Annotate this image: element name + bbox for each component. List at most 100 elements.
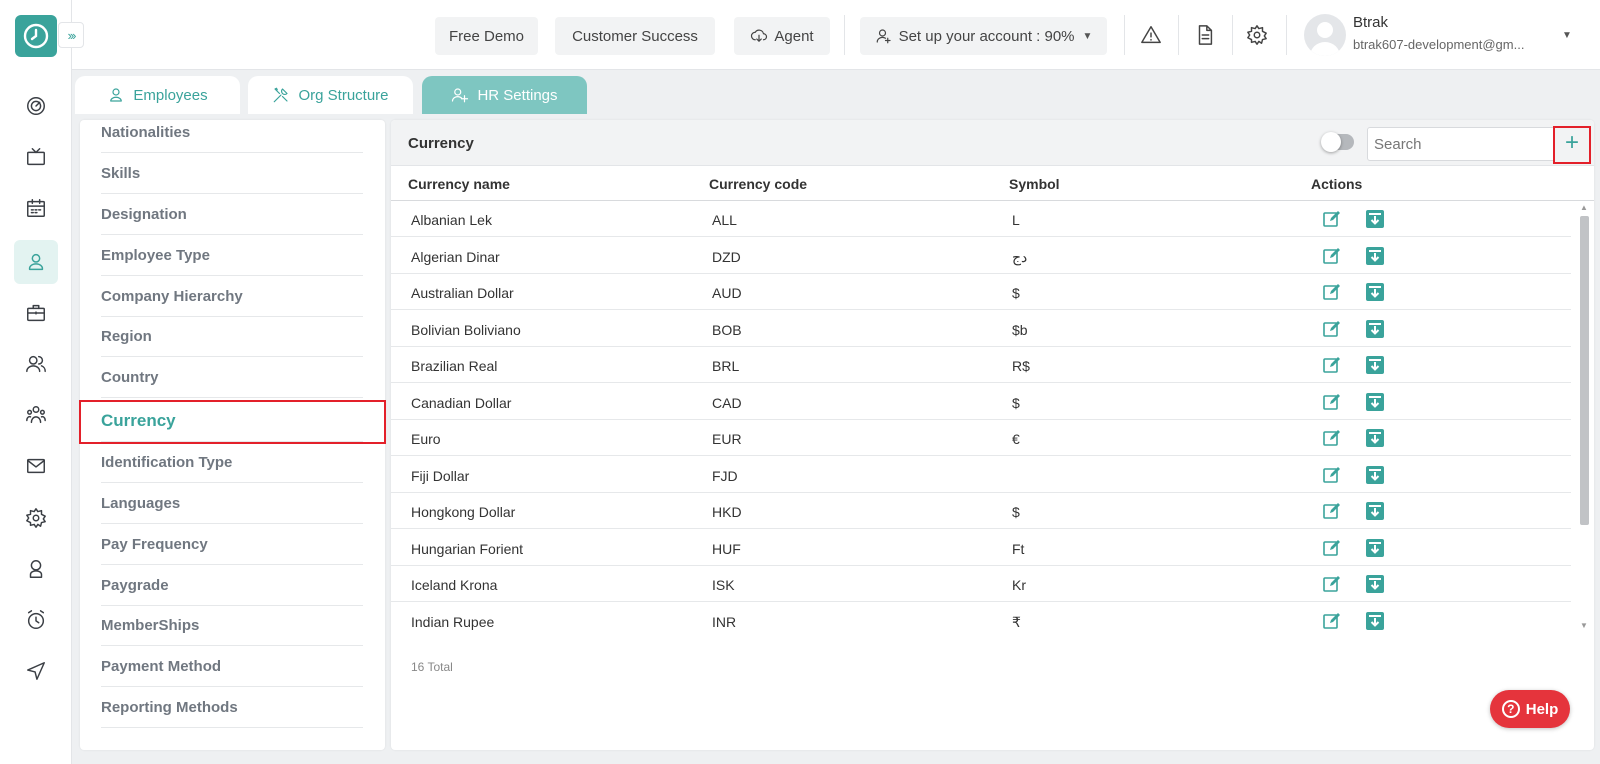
tab-hr-settings[interactable]: HR Settings <box>422 76 587 114</box>
archive-icon[interactable] <box>1365 209 1385 229</box>
settings-item-skills[interactable]: Skills <box>101 153 363 194</box>
calendar-icon[interactable] <box>14 186 58 230</box>
scrollbar-thumb[interactable] <box>1580 216 1589 525</box>
archive-icon[interactable] <box>1365 355 1385 375</box>
archive-icon[interactable] <box>1365 282 1385 302</box>
scroll-down-icon[interactable]: ▼ <box>1580 621 1588 630</box>
table-row: Indian Rupee INR ₹ <box>391 603 1571 631</box>
column-header-symbol: Symbol <box>1009 176 1060 192</box>
archive-icon[interactable] <box>1365 392 1385 412</box>
currency-name-cell: Hongkong Dollar <box>411 504 516 520</box>
settings-item-languages[interactable]: Languages <box>101 483 363 524</box>
chevron-down-icon[interactable]: ▼ <box>1562 30 1572 41</box>
avatar[interactable] <box>1304 14 1346 56</box>
alarm-icon[interactable] <box>14 598 58 642</box>
briefcase-icon[interactable] <box>14 291 58 335</box>
edit-icon[interactable] <box>1322 574 1342 594</box>
currency-name-cell: Algerian Dinar <box>411 249 500 265</box>
symbol-cell: € <box>1012 431 1020 447</box>
symbol-cell: ₹ <box>1012 614 1021 630</box>
symbol-cell: Ft <box>1012 541 1025 557</box>
archive-icon[interactable] <box>1365 501 1385 521</box>
expand-menu-icon[interactable]: ››› <box>58 22 84 48</box>
currency-name-cell: Australian Dollar <box>411 285 514 301</box>
settings-item-nationalities[interactable]: Nationalities <box>101 120 363 153</box>
table-row: Albanian Lek ALL L <box>391 201 1571 237</box>
warning-icon[interactable] <box>1138 22 1164 48</box>
symbol-cell: R$ <box>1012 358 1030 374</box>
users-icon[interactable] <box>14 342 58 386</box>
archive-icon[interactable] <box>1365 465 1385 485</box>
edit-icon[interactable] <box>1322 355 1342 375</box>
edit-icon[interactable] <box>1322 392 1342 412</box>
add-currency-button[interactable]: + <box>1553 126 1591 164</box>
free-demo-label: Free Demo <box>448 27 525 45</box>
currency-name-cell: Bolivian Boliviano <box>411 322 521 338</box>
currency-code-cell: ALL <box>712 212 737 228</box>
setup-account-dropdown[interactable]: Set up your account : 90% ▼ <box>860 17 1107 55</box>
edit-icon[interactable] <box>1322 282 1342 302</box>
settings-item-designation[interactable]: Designation <box>101 194 363 235</box>
settings-item-region[interactable]: Region <box>101 316 363 357</box>
settings-item-payment-method[interactable]: Payment Method <box>101 646 363 687</box>
badge-icon[interactable] <box>14 547 58 591</box>
mail-icon[interactable] <box>14 444 58 488</box>
clock-logo-icon <box>23 23 49 49</box>
archive-icon[interactable] <box>1365 611 1385 631</box>
edit-icon[interactable] <box>1322 465 1342 485</box>
user-settings-icon <box>876 29 891 44</box>
document-icon[interactable] <box>1192 22 1218 48</box>
settings-item-paygrade[interactable]: Paygrade <box>101 565 363 606</box>
app-logo[interactable] <box>15 15 57 57</box>
user-icon[interactable] <box>14 240 58 284</box>
edit-icon[interactable] <box>1322 501 1342 521</box>
tv-icon[interactable] <box>14 135 58 179</box>
settings-item-country[interactable]: Country <box>101 357 363 398</box>
agent-button[interactable]: Agent <box>734 17 830 55</box>
top-bar: Free Demo Customer Success Agent Set up … <box>72 0 1600 70</box>
agent-label: Agent <box>774 27 814 45</box>
archive-toggle[interactable] <box>1321 132 1354 152</box>
symbol-cell: $ <box>1012 285 1020 301</box>
edit-icon[interactable] <box>1322 319 1342 339</box>
customer-success-label: Customer Success <box>572 27 698 45</box>
tab-label: HR Settings <box>477 86 558 104</box>
settings-item-pay-frequency[interactable]: Pay Frequency <box>101 524 363 565</box>
edit-icon[interactable] <box>1322 611 1342 631</box>
tab-employees[interactable]: Employees <box>75 76 240 114</box>
customer-success-button[interactable]: Customer Success <box>555 17 715 55</box>
dashboard-icon[interactable] <box>14 84 58 128</box>
currency-code-cell: EUR <box>712 431 742 447</box>
tab-org-structure[interactable]: Org Structure <box>248 76 413 114</box>
setup-account-label: Set up your account : 90% <box>898 27 1075 45</box>
settings-item-company-hierarchy[interactable]: Company Hierarchy <box>101 276 363 317</box>
send-icon[interactable] <box>14 649 58 693</box>
help-button[interactable]: ? Help <box>1490 690 1570 728</box>
edit-icon[interactable] <box>1322 538 1342 558</box>
gear-icon[interactable] <box>1244 22 1270 48</box>
settings-item-employee-type[interactable]: Employee Type <box>101 235 363 276</box>
edit-icon[interactable] <box>1322 209 1342 229</box>
archive-icon[interactable] <box>1365 428 1385 448</box>
currency-code-cell: DZD <box>712 249 741 265</box>
scroll-up-icon[interactable]: ▲ <box>1580 203 1588 212</box>
search-input[interactable] <box>1367 127 1557 161</box>
user-icon <box>110 88 123 102</box>
currency-name-cell: Euro <box>411 431 441 447</box>
archive-icon[interactable] <box>1365 246 1385 266</box>
currency-table-body: Albanian Lek ALL L Algerian Dinar DZD دج Austr… <box>391 201 1571 631</box>
settings-item-memberships[interactable]: MemberShips <box>101 605 363 646</box>
edit-icon[interactable] <box>1322 246 1342 266</box>
edit-icon[interactable] <box>1322 428 1342 448</box>
currency-code-cell: ISK <box>712 577 735 593</box>
free-demo-button[interactable]: Free Demo <box>435 17 538 55</box>
team-icon[interactable] <box>14 393 58 437</box>
scrollbar[interactable]: ▲ ▼ <box>1578 201 1590 633</box>
settings-item-reporting-methods[interactable]: Reporting Methods <box>101 687 363 728</box>
settings-item-identification-type[interactable]: Identification Type <box>101 442 363 483</box>
settings-icon[interactable] <box>14 496 58 540</box>
archive-icon[interactable] <box>1365 319 1385 339</box>
archive-icon[interactable] <box>1365 538 1385 558</box>
archive-icon[interactable] <box>1365 574 1385 594</box>
table-row: Algerian Dinar DZD دج <box>391 238 1571 274</box>
